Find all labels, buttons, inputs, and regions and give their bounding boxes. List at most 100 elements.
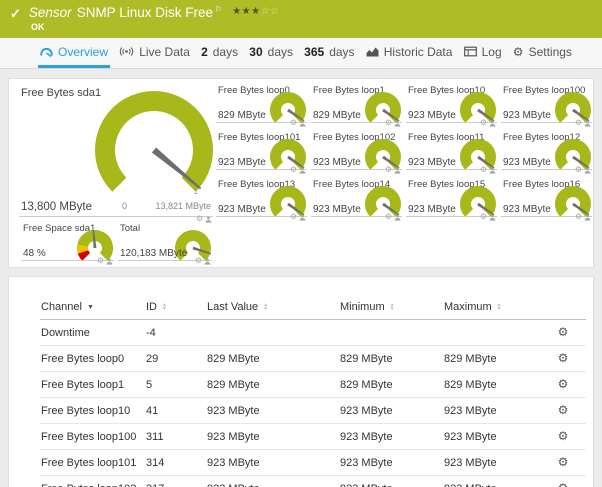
- column-label: Last Value: [207, 301, 259, 313]
- tile-icons: ⚙: [575, 161, 591, 179]
- user-icon[interactable]: [394, 208, 401, 226]
- user-icon[interactable]: [204, 252, 211, 270]
- channels-table-panel: Channel ▼ ID ▲ ▼ Last Value ▲ ▼ Minimum ▲ ▼ Maximum…: [8, 276, 594, 487]
- cell-last-value: 829 MByte: [206, 345, 339, 372]
- priority-stars[interactable]: ★★★☆☆: [232, 6, 279, 17]
- user-icon[interactable]: [584, 208, 591, 226]
- column-header-last-value[interactable]: Last Value ▲ ▼: [206, 295, 339, 320]
- user-icon[interactable]: [394, 114, 401, 132]
- channels-table: Channel ▼ ID ▲ ▼ Last Value ▲ ▼ Minimum ▲ ▼ Maximum…: [40, 295, 586, 487]
- cell-id: 5: [145, 371, 206, 398]
- gear-icon[interactable]: ⚙: [290, 213, 297, 221]
- chart-icon: [366, 46, 379, 57]
- tab-overview[interactable]: Overview: [38, 38, 111, 68]
- gear-icon[interactable]: ⚙: [480, 213, 487, 221]
- cell-channel: Free Bytes loop10: [40, 397, 145, 424]
- tab-365-days[interactable]: 365 days: [302, 38, 356, 68]
- user-icon[interactable]: [584, 161, 591, 179]
- user-icon[interactable]: [299, 208, 306, 226]
- row-settings-gear-icon[interactable]: ⚙: [558, 481, 569, 487]
- gear-icon[interactable]: ⚙: [575, 166, 582, 174]
- tab-settings[interactable]: ⚙ Settings: [511, 38, 574, 68]
- row-settings-gear-icon[interactable]: ⚙: [558, 455, 569, 469]
- table-header-row: Channel ▼ ID ▲ ▼ Last Value ▲ ▼ Minimum ▲ ▼ Maximum…: [40, 295, 586, 320]
- table-row-free-bytes-loop102: Free Bytes loop102317923 MByte923 MByte9…: [40, 475, 586, 487]
- user-icon[interactable]: [584, 114, 591, 132]
- row-settings-gear-icon[interactable]: ⚙: [558, 377, 569, 391]
- gauge-value: 923 MByte: [503, 157, 551, 168]
- tab-30-days[interactable]: 30 days: [247, 38, 295, 68]
- user-icon[interactable]: [489, 114, 496, 132]
- gauge-value: 923 MByte: [218, 157, 266, 168]
- cell-minimum: 923 MByte: [339, 449, 443, 476]
- tab-2-days[interactable]: 2 days: [199, 38, 240, 68]
- gauge-tile-free-bytes-loop10: Free Bytes loop10 923 MByte ⚙: [406, 85, 497, 130]
- gear-icon[interactable]: ⚙: [385, 166, 392, 174]
- cell-minimum: 923 MByte: [339, 397, 443, 424]
- cell-id: 311: [145, 423, 206, 450]
- column-header-minimum[interactable]: Minimum ▲ ▼: [339, 295, 443, 320]
- cell-id: -4: [145, 319, 206, 346]
- cell-maximum: 829 MByte: [443, 371, 540, 398]
- gear-icon[interactable]: ⚙: [575, 119, 582, 127]
- gear-icon[interactable]: ⚙: [575, 213, 582, 221]
- log-icon: [463, 46, 477, 57]
- cell-last-value: 829 MByte: [206, 371, 339, 398]
- gauge-tile-total: Total 120,183 MByte ⚙: [118, 223, 212, 268]
- user-icon[interactable]: [299, 114, 306, 132]
- table-row-downtime: Downtime -4 ⚙: [40, 319, 586, 346]
- user-icon[interactable]: [489, 208, 496, 226]
- table-row-free-bytes-loop1: Free Bytes loop1 5 829 MByte 829 MByte 829 M…: [40, 371, 586, 398]
- cell-minimum: [339, 319, 443, 346]
- gauge-value: 923 MByte: [218, 204, 266, 215]
- gauge-value: 120,183 MByte: [120, 248, 188, 259]
- tile-icons: ⚙: [480, 208, 496, 226]
- user-icon[interactable]: [299, 161, 306, 179]
- star-filled-icon: ★: [232, 6, 242, 17]
- star-filled-icon: ★: [241, 6, 252, 17]
- tile-icons: ⚙: [480, 161, 496, 179]
- table-row-free-bytes-loop10: Free Bytes loop10 41 923 MByte 923 MByte 923…: [40, 397, 586, 424]
- cell-last-value: [206, 319, 339, 346]
- column-header-channel[interactable]: Channel ▼: [40, 295, 145, 320]
- column-label: Channel: [41, 301, 82, 313]
- table-row-free-bytes-loop100: Free Bytes loop100 311 923 MByte 923 MByte 9…: [40, 423, 586, 450]
- gear-icon[interactable]: ⚙: [385, 119, 392, 127]
- gear-icon[interactable]: ⚙: [290, 119, 297, 127]
- tile-icons: ⚙: [290, 114, 306, 132]
- user-icon[interactable]: [106, 252, 113, 270]
- gear-icon[interactable]: ⚙: [385, 213, 392, 221]
- tab-label: Settings: [528, 44, 572, 59]
- cell-channel: Free Bytes loop102: [40, 475, 145, 487]
- cell-id: 41: [145, 397, 206, 424]
- gear-icon[interactable]: ⚙: [480, 119, 487, 127]
- row-settings-gear-icon[interactable]: ⚙: [558, 325, 569, 339]
- gauge-tile-free-bytes-loop100: Free Bytes loop100 923 MByte ⚙: [501, 85, 592, 130]
- gauge-tile-free-bytes-loop15: Free Bytes loop15 923 MByte ⚙: [406, 179, 497, 224]
- tab-live-data[interactable]: Live Data: [117, 38, 192, 68]
- cell-minimum: 923 MByte: [339, 475, 443, 487]
- page-title: SNMP Linux Disk Free: [76, 5, 213, 20]
- gauge-tile-free-bytes-loop0: Free Bytes loop0 829 MByte ⚙: [216, 85, 307, 130]
- user-icon[interactable]: [394, 161, 401, 179]
- row-settings-gear-icon[interactable]: ⚙: [558, 403, 569, 417]
- sort-icon: ▲ ▼: [389, 302, 395, 313]
- gear-icon[interactable]: ⚙: [195, 257, 202, 265]
- tile-icons: ⚙: [385, 208, 401, 226]
- row-settings-gear-icon[interactable]: ⚙: [558, 351, 569, 365]
- gear-icon[interactable]: ⚙: [480, 166, 487, 174]
- gear-icon[interactable]: ⚙: [290, 166, 297, 174]
- tab-historic-data[interactable]: Historic Data: [364, 38, 455, 68]
- gear-icon[interactable]: ⚙: [196, 215, 203, 223]
- user-icon[interactable]: [489, 161, 496, 179]
- row-settings-gear-icon[interactable]: ⚙: [558, 429, 569, 443]
- gauge-tile-free-bytes-sda1: Free Bytes sda1 1 13,800 MByte 0 13,821 …: [19, 87, 213, 223]
- gear-icon[interactable]: ⚙: [97, 257, 104, 265]
- column-header-maximum[interactable]: Maximum ▲ ▼: [443, 295, 540, 320]
- tab-log[interactable]: Log: [462, 38, 504, 68]
- sensor-header: ✓ Sensor SNMP Linux Disk Free ⚐ ★★★☆☆ OK: [0, 0, 602, 38]
- status-badge: OK: [31, 22, 45, 32]
- cell-channel: Free Bytes loop0: [40, 345, 145, 372]
- column-header-id[interactable]: ID ▲ ▼: [145, 295, 206, 320]
- star-filled-icon: ★: [251, 6, 261, 17]
